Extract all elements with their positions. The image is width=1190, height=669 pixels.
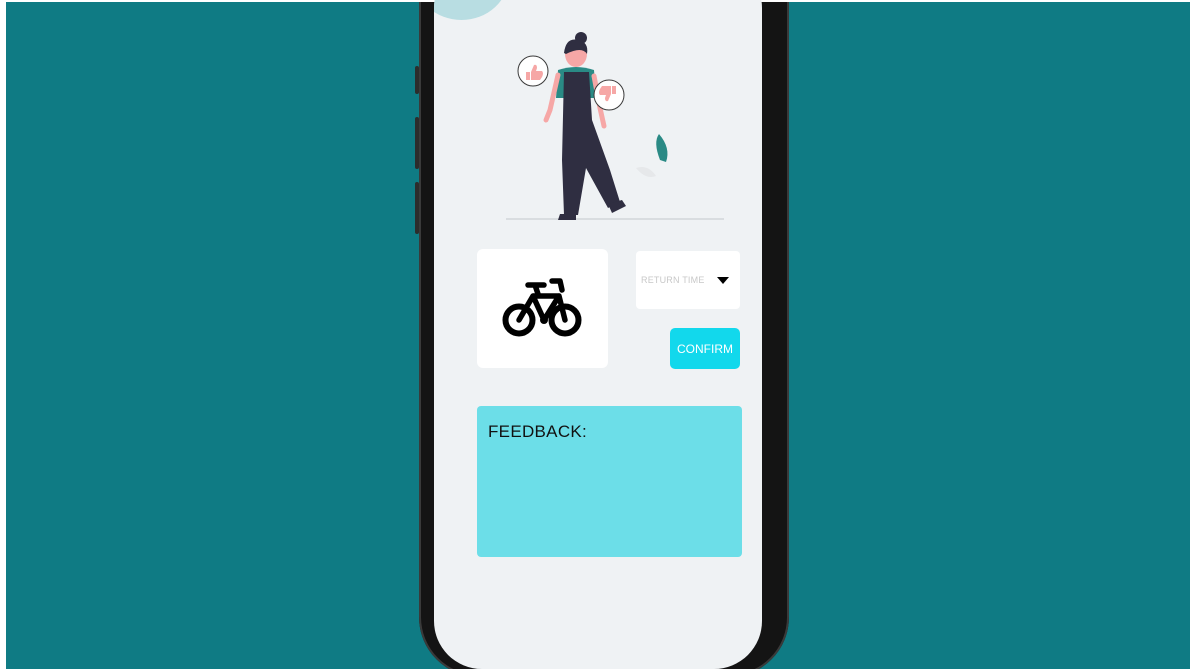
plant-leaf-shadow bbox=[636, 167, 656, 177]
feedback-label: FEEDBACK: bbox=[488, 422, 588, 441]
caret-down-icon bbox=[716, 276, 729, 284]
return-time-label: RETURN TIME bbox=[641, 275, 705, 285]
bicycle-icon bbox=[502, 277, 581, 336]
bike-card[interactable] bbox=[477, 249, 608, 368]
plant-leaf bbox=[656, 134, 668, 162]
decorative-blob bbox=[434, 0, 509, 20]
return-time-select[interactable]: RETURN TIME bbox=[636, 251, 740, 309]
phone-screen: RETURN TIME CONFIRM FEEDBACK: bbox=[434, 0, 762, 669]
left-shoe bbox=[558, 214, 576, 220]
feedback-box[interactable]: FEEDBACK: bbox=[477, 406, 742, 557]
confirm-button[interactable]: CONFIRM bbox=[670, 328, 740, 369]
feedback-person-illustration bbox=[506, 32, 724, 220]
